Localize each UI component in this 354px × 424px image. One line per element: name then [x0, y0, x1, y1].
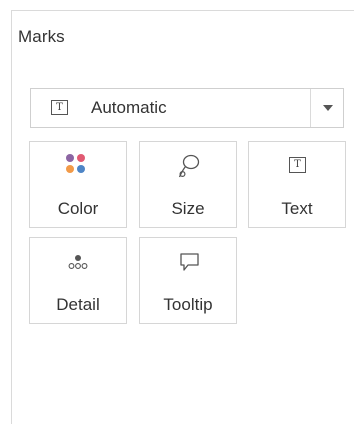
size-shelf-label: Size [171, 199, 205, 218]
text-shelf-button[interactable]: T Text [248, 141, 346, 228]
chevron-down-icon[interactable] [323, 105, 333, 111]
text-box-glyph: T [289, 157, 306, 173]
tooltip-shelf-button[interactable]: Tooltip [139, 237, 237, 324]
color-dot [77, 165, 85, 173]
color-dot [66, 154, 74, 162]
text-box-icon: T [249, 154, 345, 178]
size-lasso-icon [140, 154, 236, 178]
color-dot [66, 165, 74, 173]
text-mark-icon: T [51, 100, 68, 115]
tooltip-shelf-label: Tooltip [163, 295, 213, 314]
size-shelf-button[interactable]: Size [139, 141, 237, 228]
text-shelf-label: Text [281, 199, 313, 218]
detail-shelf-label: Detail [56, 295, 100, 314]
mark-type-value: Automatic [91, 98, 167, 117]
color-shelf-label: Color [57, 199, 99, 218]
color-dots-icon [30, 154, 126, 178]
detail-dots-icon [30, 250, 126, 274]
color-dot [77, 154, 85, 162]
speech-bubble-icon [140, 250, 236, 274]
mark-type-dropdown[interactable]: T Automatic [30, 88, 344, 128]
detail-shelf-button[interactable]: Detail [29, 237, 127, 324]
marks-title: Marks [18, 27, 65, 46]
color-shelf-button[interactable]: Color [29, 141, 127, 228]
dropdown-divider [310, 89, 311, 127]
